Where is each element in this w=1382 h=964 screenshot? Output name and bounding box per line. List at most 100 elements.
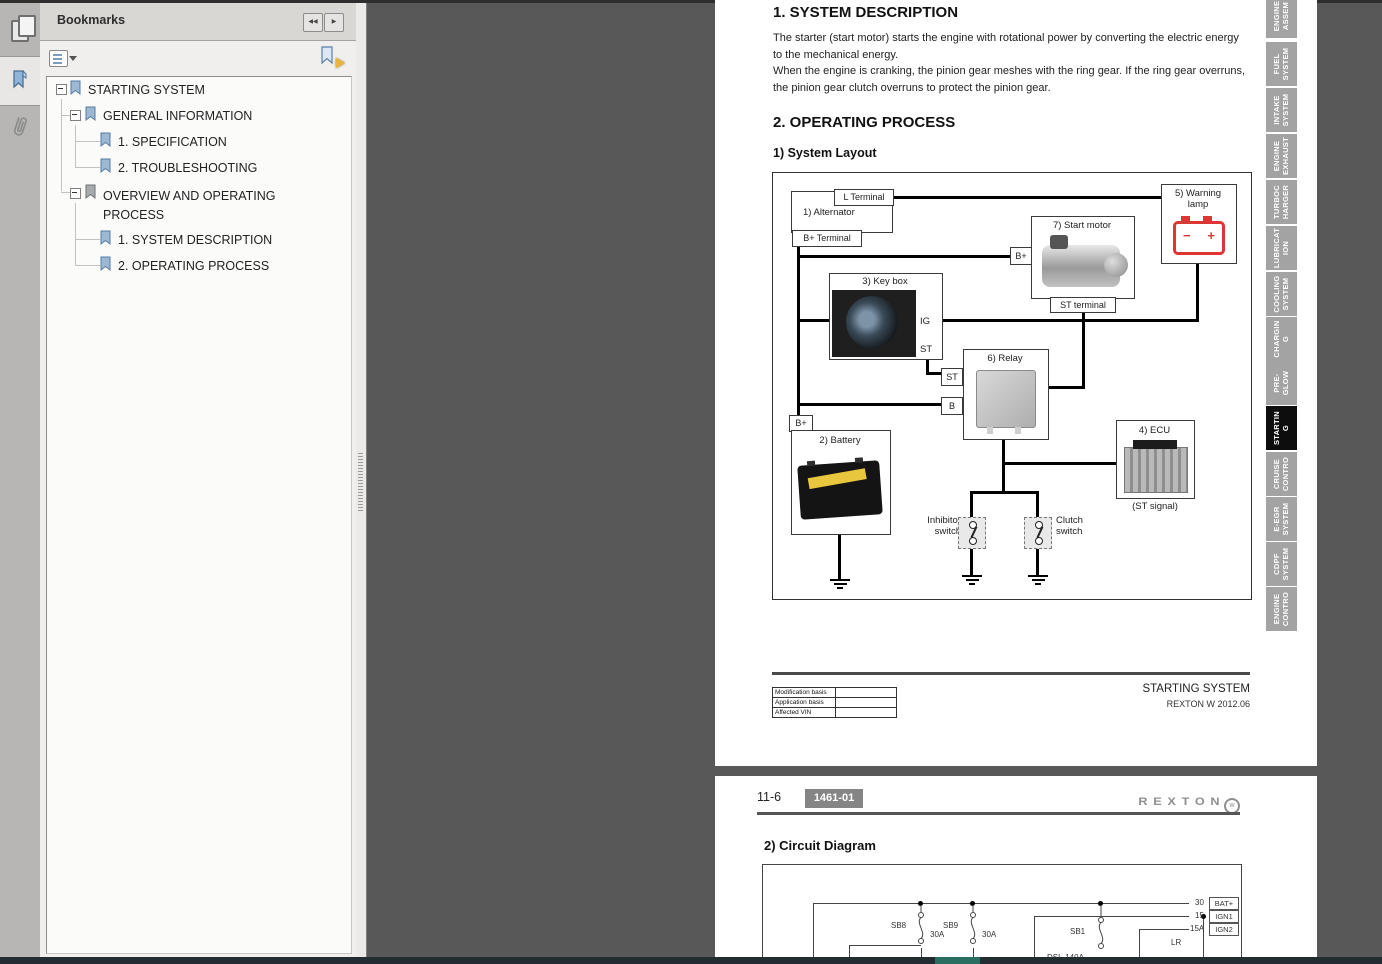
tab-cdpf-system[interactable]: CDPFSYSTEM <box>1266 542 1297 586</box>
fuse1-rating: 30A <box>930 930 944 939</box>
plus-glyph: + <box>1207 228 1215 243</box>
tab-turbocharger[interactable]: TURBOCHARGER <box>1266 180 1297 224</box>
bookmark-item-icon <box>99 256 113 272</box>
wire <box>970 491 1038 494</box>
bookmark-troubleshooting[interactable]: 2. TROUBLESHOOTING <box>118 161 257 175</box>
fuse-symbol <box>1093 905 1109 955</box>
tree-guide <box>61 115 70 116</box>
tab-lubrication[interactable]: LUBRICATION <box>1266 226 1297 270</box>
tab-pre-glow[interactable]: PRE-GLOW <box>1266 361 1297 405</box>
tab-engine-exhaust[interactable]: ENGINEEXHAUST <box>1266 134 1297 178</box>
clutch-switch-label: Clutch switch <box>1056 515 1098 537</box>
wire <box>838 533 841 579</box>
bookmark-item-icon-selected <box>84 184 98 200</box>
section-title-1: 1. SYSTEM DESCRIPTION <box>773 4 958 21</box>
gold-arrow-icon <box>336 58 345 68</box>
pin-30-label: 30 <box>1195 898 1204 907</box>
relay-photo <box>976 370 1036 428</box>
taskbar-edge <box>0 957 1382 964</box>
wire <box>1002 437 1005 494</box>
section-title-2: 2. OPERATING PROCESS <box>773 114 955 131</box>
bookmark-arrow-icon <box>320 46 335 65</box>
warning-lamp-box: 5) Warning lamp − + <box>1161 184 1237 264</box>
battery-label: 2) Battery <box>792 435 888 446</box>
tab-fuel-system[interactable]: FUELSYSTEM <box>1266 42 1297 86</box>
tab-engine-control[interactable]: ENGINECONTRO <box>1266 587 1297 631</box>
circuit-diagram-heading: 2) Circuit Diagram <box>764 838 876 853</box>
collapse-panel-button[interactable]: ◀◀ <box>303 13 323 32</box>
paragraph-2: When the engine is cranking, the pinion … <box>773 63 1247 96</box>
options-caret-icon[interactable] <box>69 56 77 61</box>
bookmark-system-description[interactable]: 1. SYSTEM DESCRIPTION <box>118 233 272 247</box>
circuit-wire <box>1034 916 1035 957</box>
tab-label: SYSTEM <box>1282 548 1291 581</box>
rexton-logo-text: REXTON <box>1138 796 1225 808</box>
bookmarks-panel-button[interactable] <box>0 56 40 106</box>
st-terminal-label: ST terminal <box>1050 297 1116 313</box>
battery-box: 2) Battery <box>791 430 891 535</box>
pin-15-label: 15 <box>1195 911 1204 920</box>
attachments-panel-button[interactable] <box>0 104 40 152</box>
tab-label: SYSTEM <box>1282 94 1291 127</box>
expander-starting-system[interactable] <box>56 84 67 95</box>
bookmark-item-icon <box>99 132 113 148</box>
bookmark-overview-process[interactable]: OVERVIEW AND OPERATING PROCESS <box>103 187 298 226</box>
b-relay-label: B <box>941 397 963 415</box>
key-box: 3) Key box IG ST <box>829 273 943 360</box>
battery-warning-icon: − + <box>1173 221 1225 255</box>
tab-starting[interactable]: STARTING <box>1266 406 1297 450</box>
ground-symbol <box>962 573 982 585</box>
bookmark-starting-system[interactable]: STARTING SYSTEM <box>88 83 205 97</box>
bookmark-specification[interactable]: 1. SPECIFICATION <box>118 135 227 149</box>
b-plus-terminal-label: B+ Terminal <box>792 230 862 247</box>
fuse2-rating: 30A <box>982 930 996 939</box>
st-relay-label: ST <box>941 368 963 386</box>
panel-splitter[interactable] <box>356 3 367 957</box>
expand-panel-button[interactable]: ▶ <box>324 13 344 32</box>
bookmark-general-information[interactable]: GENERAL INFORMATION <box>103 109 252 123</box>
st-key-label: ST <box>920 344 932 355</box>
subsection-title: 1) System Layout <box>773 146 877 160</box>
wire <box>970 546 973 575</box>
tab-cooling-system[interactable]: COOLINGSYSTEM <box>1266 272 1297 316</box>
battery-photo <box>797 460 883 520</box>
pages-icon <box>11 20 29 42</box>
warning-lamp-line2: lamp <box>1188 199 1209 210</box>
tab-label: HARGER <box>1282 185 1291 219</box>
expander-overview[interactable] <box>70 188 81 199</box>
bat-terminal-box: BAT+ <box>1209 897 1239 910</box>
expander-general-information[interactable] <box>70 110 81 121</box>
footer-divider <box>772 672 1250 675</box>
splitter-grab-handle[interactable] <box>358 453 363 511</box>
tab-e-egr-system[interactable]: E-EGRSYSTEM <box>1266 497 1297 541</box>
tree-guide <box>61 192 70 193</box>
revision-table: Modification basis Application basis Aff… <box>772 687 897 718</box>
ign1-terminal-box: IGN1 <box>1209 910 1239 923</box>
revision-row-value <box>836 698 897 708</box>
panel-title: Bookmarks <box>57 13 125 27</box>
tab-cruise-control[interactable]: CRUISECONTRO <box>1266 452 1297 496</box>
revision-row-value <box>836 708 897 718</box>
tab-label: CONTRO <box>1282 457 1291 491</box>
fuse1-name: SB8 <box>891 921 906 930</box>
pages-panel-button[interactable] <box>0 8 40 56</box>
tab-label: ION <box>1282 241 1291 255</box>
rexton-logo: REXTON w <box>1123 792 1240 814</box>
wire <box>1002 462 1116 465</box>
tab-label: SYSTEM <box>1282 48 1291 81</box>
tab-engine-assembly[interactable]: ENGINEASSEM <box>1266 0 1297 38</box>
bookmark-operating-process[interactable]: 2. OPERATING PROCESS <box>118 259 269 273</box>
fuse-symbol <box>965 905 981 951</box>
options-menu-icon[interactable] <box>49 50 68 67</box>
system-layout-diagram: 1) Alternator L Terminal B+ Terminal 5) … <box>772 172 1252 600</box>
document-page-1: 1. SYSTEM DESCRIPTION The starter (start… <box>715 0 1317 766</box>
revision-row-label: Application basis <box>773 698 836 708</box>
l-terminal-label: L Terminal <box>834 189 894 206</box>
wire <box>891 196 1161 199</box>
ign2-terminal-box: IGN2 <box>1209 923 1239 936</box>
ground-symbol <box>1028 573 1048 585</box>
navigation-pane-strip <box>0 3 41 957</box>
tab-intake-system[interactable]: INTAKESYSTEM <box>1266 88 1297 132</box>
expand-current-bookmark-button[interactable] <box>320 46 342 68</box>
tab-charging[interactable]: CHARGING <box>1266 317 1297 361</box>
